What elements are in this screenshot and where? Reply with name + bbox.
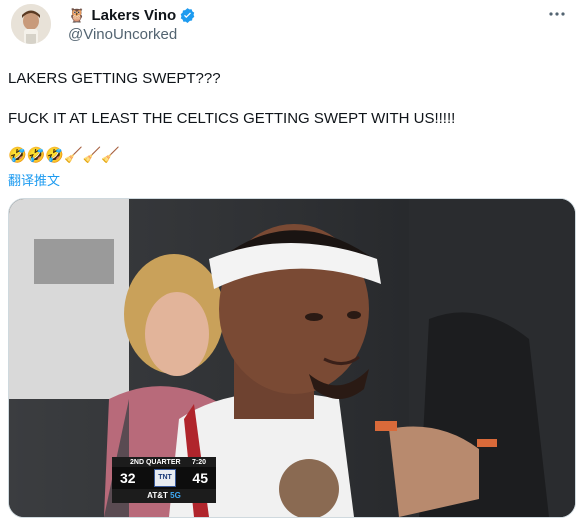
author-display-name[interactable]: Lakers Vino: [91, 7, 176, 24]
tweet-text-line-1: LAKERS GETTING SWEPT???: [8, 70, 221, 87]
sponsor-5g: 5G: [170, 491, 181, 500]
tnt-logo: TNT: [154, 469, 176, 487]
owl-emoji: 🦉: [68, 7, 86, 23]
scorebug-scores: 32 TNT 45: [112, 467, 216, 489]
score-left: 32: [120, 470, 136, 486]
verified-badge-icon: [180, 7, 195, 23]
tweet-emojis: 🤣🤣🤣🧹🧹🧹: [8, 147, 121, 164]
author-name-row[interactable]: 🦉 Lakers Vino: [68, 6, 196, 24]
tweet-text-line-2: FUCK IT AT LEAST THE CELTICS GETTING SWE…: [8, 110, 456, 127]
game-quarter: 2ND QUARTER: [130, 458, 181, 466]
author-handle[interactable]: @VinoUncorked: [68, 26, 177, 43]
basketball-player-photo: [9, 199, 575, 517]
translate-tweet-link[interactable]: 翻译推文: [8, 170, 60, 189]
scorebug-header: 2ND QUARTER 7:20: [112, 457, 216, 467]
avatar-illustration: [11, 4, 51, 44]
game-clock: 7:20: [191, 458, 206, 466]
more-options-icon[interactable]: [545, 4, 569, 24]
score-right: 45: [192, 470, 208, 486]
avatar[interactable]: [11, 4, 51, 44]
sponsor-name: AT&T: [147, 491, 168, 500]
tweet-media-image[interactable]: 2ND QUARTER 7:20 32 TNT 45 AT&T 5G: [8, 198, 576, 518]
sponsor-bar: AT&T 5G: [112, 489, 216, 503]
scorebug: 2ND QUARTER 7:20 32 TNT 45 AT&T 5G: [112, 457, 216, 505]
